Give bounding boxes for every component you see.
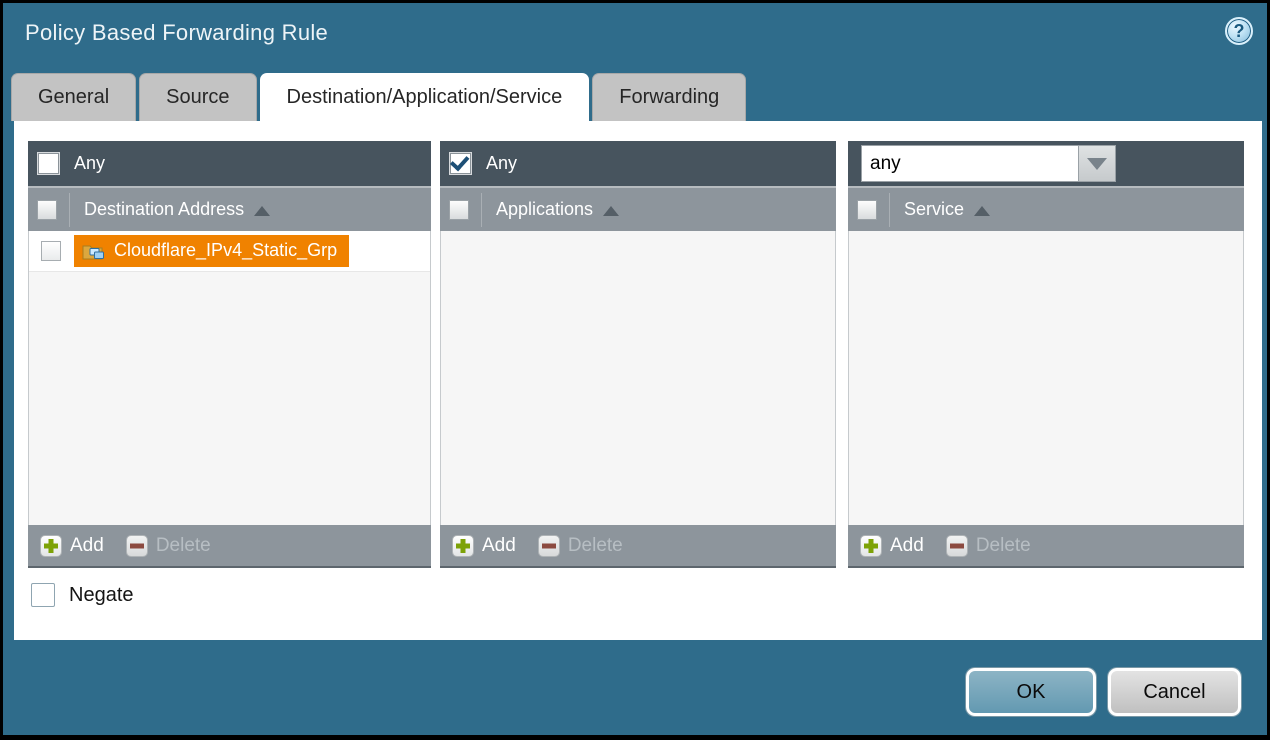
applications-column-subheader: Applications [440,186,836,231]
service-header-label: Service [904,199,964,220]
destination-header-label: Destination Address [84,199,244,220]
applications-list [440,231,836,525]
address-group-icon [82,242,106,260]
delete-minus-icon [538,535,560,557]
destination-any-checkbox[interactable] [37,152,60,175]
destination-column-subheader: Destination Address [28,186,431,231]
service-dropdown-header [848,141,1244,186]
row-checkbox[interactable] [41,241,61,261]
service-column-subheader: Service [848,186,1244,231]
delete-button-label: Delete [568,535,623,557]
service-dropdown [861,145,1116,182]
add-plus-icon [452,535,474,557]
sort-ascending-icon [603,206,619,216]
applications-any-header: Any [440,141,836,186]
tab-bar: General Source Destination/Application/S… [11,73,746,121]
add-service-button[interactable]: Add [860,535,924,557]
add-destination-button[interactable]: Add [40,535,104,557]
cancel-button[interactable]: Cancel [1108,668,1241,716]
sort-ascending-icon [254,206,270,216]
negate-option: Negate [31,583,134,607]
service-column: Service Add Delete [848,141,1244,568]
applications-any-label: Any [486,153,517,174]
help-icon[interactable]: ? [1225,17,1253,45]
table-row[interactable]: Cloudflare_IPv4_Static_Grp [29,231,430,272]
applications-any-checkbox[interactable] [449,152,472,175]
sort-ascending-icon [974,206,990,216]
service-dropdown-input[interactable] [861,145,1079,182]
applications-header-cell[interactable]: Applications [481,193,619,227]
add-button-label: Add [890,535,924,557]
delete-minus-icon [126,535,148,557]
negate-label: Negate [69,584,134,607]
destination-any-header: Any [28,141,431,186]
delete-destination-button[interactable]: Delete [126,535,211,557]
tab-forwarding[interactable]: Forwarding [592,73,746,121]
applications-toolbar: Add Delete [440,525,836,568]
add-button-label: Add [70,535,104,557]
ok-button[interactable]: OK [966,668,1096,716]
service-dropdown-button[interactable] [1079,145,1116,182]
add-plus-icon [40,535,62,557]
applications-select-all-checkbox[interactable] [449,200,469,220]
delete-button-label: Delete [156,535,211,557]
delete-minus-icon [946,535,968,557]
chevron-down-icon [1087,158,1107,170]
destination-address-column: Any Destination Address [28,141,431,568]
dialog-title: Policy Based Forwarding Rule [25,20,328,46]
applications-column: Any Applications Add Delete [440,141,836,568]
destination-header-cell[interactable]: Destination Address [69,193,270,227]
selected-address-chip[interactable]: Cloudflare_IPv4_Static_Grp [74,235,349,267]
delete-button-label: Delete [976,535,1031,557]
policy-based-forwarding-dialog: Policy Based Forwarding Rule ? General S… [0,0,1270,740]
add-plus-icon [860,535,882,557]
tab-content-panel: Any Destination Address [14,121,1262,640]
address-group-name: Cloudflare_IPv4_Static_Grp [114,240,337,261]
tab-general[interactable]: General [11,73,136,121]
add-application-button[interactable]: Add [452,535,516,557]
tab-source[interactable]: Source [139,73,256,121]
service-list [848,231,1244,525]
destination-any-label: Any [74,153,105,174]
add-button-label: Add [482,535,516,557]
applications-header-label: Applications [496,199,593,220]
delete-application-button[interactable]: Delete [538,535,623,557]
destination-address-list: Cloudflare_IPv4_Static_Grp [28,231,431,525]
service-toolbar: Add Delete [848,525,1244,568]
tab-destination-application-service[interactable]: Destination/Application/Service [260,73,590,121]
service-select-all-checkbox[interactable] [857,200,877,220]
delete-service-button[interactable]: Delete [946,535,1031,557]
destination-select-all-checkbox[interactable] [37,200,57,220]
negate-checkbox[interactable] [31,583,55,607]
destination-toolbar: Add Delete [28,525,431,568]
service-header-cell[interactable]: Service [889,193,990,227]
row-checkbox-cell [29,241,72,261]
